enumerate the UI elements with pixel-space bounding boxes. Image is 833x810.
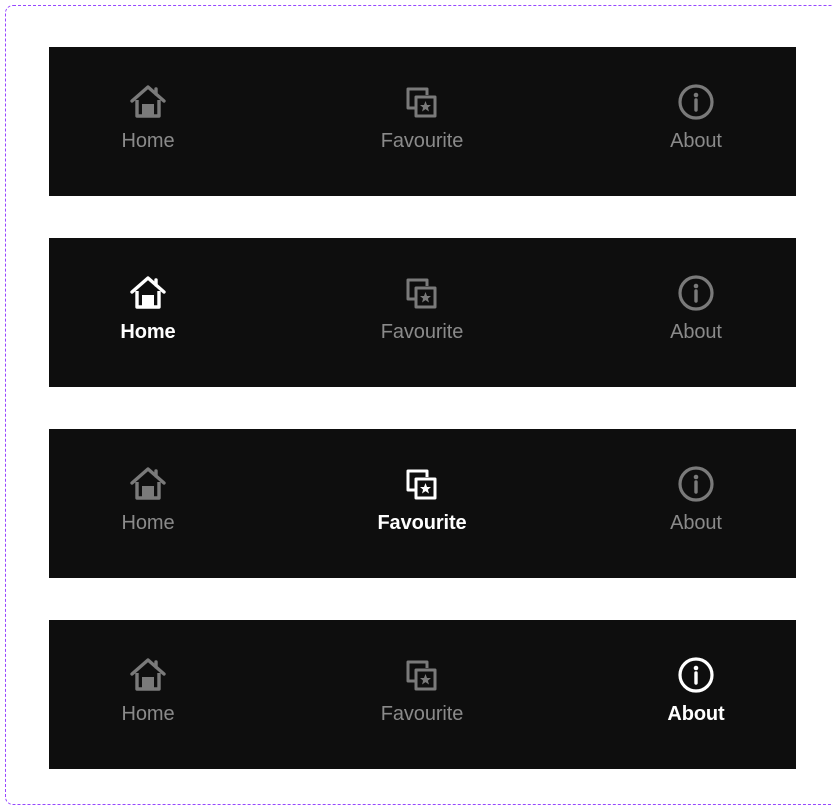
info-icon — [674, 80, 718, 124]
favourite-icon — [400, 462, 444, 506]
nav-item-label: About — [670, 512, 722, 534]
nav-item-home[interactable]: Home — [68, 238, 228, 387]
nav-item-label: Favourite — [377, 512, 467, 534]
home-icon — [126, 80, 170, 124]
nav-item-favourite[interactable]: Favourite — [342, 238, 502, 387]
home-icon — [126, 462, 170, 506]
nav-item-home[interactable]: Home — [68, 429, 228, 578]
favourite-icon — [400, 80, 444, 124]
nav-item-label: Home — [120, 321, 176, 343]
bottom-nav-bar-variant-3: Home Favourite About — [49, 429, 796, 578]
nav-item-label: About — [670, 130, 722, 152]
nav-item-label: Favourite — [380, 130, 464, 152]
nav-item-label: About — [670, 321, 722, 343]
bottom-nav-bar-variant-4: Home Favourite About — [49, 620, 796, 769]
nav-item-favourite[interactable]: Favourite — [342, 47, 502, 196]
nav-item-label: Home — [121, 703, 175, 725]
nav-item-label: Home — [121, 512, 175, 534]
nav-item-home[interactable]: Home — [68, 620, 228, 769]
nav-item-favourite[interactable]: Favourite — [342, 620, 502, 769]
nav-item-about[interactable]: About — [616, 429, 776, 578]
nav-item-label: About — [667, 703, 725, 725]
nav-item-about[interactable]: About — [616, 620, 776, 769]
favourite-icon — [400, 271, 444, 315]
home-icon — [126, 653, 170, 697]
favourite-icon — [400, 653, 444, 697]
home-icon — [126, 271, 170, 315]
nav-item-about[interactable]: About — [616, 47, 776, 196]
nav-item-label: Favourite — [380, 703, 464, 725]
nav-item-favourite[interactable]: Favourite — [342, 429, 502, 578]
nav-item-about[interactable]: About — [616, 238, 776, 387]
bottom-nav-bar-variant-2: Home Favourite About — [49, 238, 796, 387]
nav-item-label: Favourite — [380, 321, 464, 343]
bottom-nav-bar-variant-1: Home Favourite About — [49, 47, 796, 196]
info-icon — [674, 271, 718, 315]
nav-item-home[interactable]: Home — [68, 47, 228, 196]
nav-item-label: Home — [121, 130, 175, 152]
info-icon — [674, 462, 718, 506]
info-icon — [674, 653, 718, 697]
